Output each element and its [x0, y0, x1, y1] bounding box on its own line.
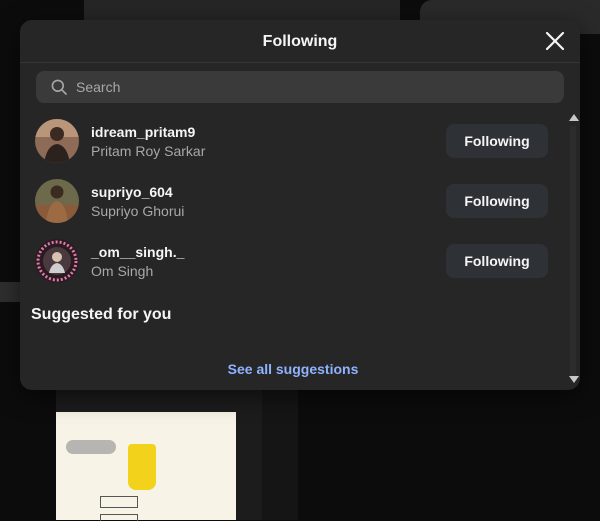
- following-button[interactable]: Following: [446, 184, 548, 218]
- following-full-name: Om Singh: [91, 263, 154, 279]
- scroll-up-arrow-icon[interactable]: [569, 114, 579, 121]
- dialog-title: Following: [262, 33, 338, 50]
- scroll-down-arrow-icon[interactable]: [569, 376, 579, 383]
- following-button[interactable]: Following: [446, 124, 548, 158]
- following-list: idream_pritam9 Pritam Roy Sarkar Followi…: [20, 110, 566, 290]
- following-full-name: Pritam Roy Sarkar: [91, 143, 206, 159]
- search-box: [36, 71, 564, 103]
- background-post-pill: [66, 440, 116, 454]
- avatar[interactable]: [35, 239, 79, 283]
- scrollbar[interactable]: [566, 110, 580, 388]
- following-full-name: Supriyo Ghorui: [91, 203, 185, 219]
- suggested-heading: Suggested for you: [31, 306, 172, 323]
- background-post-device: [128, 444, 156, 490]
- following-row: _om__singh._ Om Singh Following: [20, 230, 566, 290]
- close-icon[interactable]: [544, 30, 566, 52]
- scrollbar-track[interactable]: [570, 126, 576, 378]
- see-all-suggestions-link[interactable]: See all suggestions: [20, 361, 566, 377]
- following-row: idream_pritam9 Pritam Roy Sarkar Followi…: [20, 110, 566, 170]
- following-username[interactable]: idream_pritam9: [91, 124, 195, 140]
- avatar[interactable]: [35, 179, 79, 223]
- dialog-header: Following: [20, 20, 580, 63]
- avatar[interactable]: [35, 119, 79, 163]
- background-post-diagram: [100, 496, 138, 508]
- background-post-side: [262, 390, 298, 520]
- search-icon: [51, 79, 67, 95]
- following-dialog: Following Search idream_pritam9 Pritam R…: [20, 20, 580, 390]
- search-input[interactable]: [76, 71, 546, 103]
- background-strip: [0, 282, 20, 302]
- following-row: supriyo_604 Supriyo Ghorui Following: [20, 170, 566, 230]
- following-username[interactable]: _om__singh._: [91, 244, 184, 260]
- following-button[interactable]: Following: [446, 244, 548, 278]
- following-username[interactable]: supriyo_604: [91, 184, 173, 200]
